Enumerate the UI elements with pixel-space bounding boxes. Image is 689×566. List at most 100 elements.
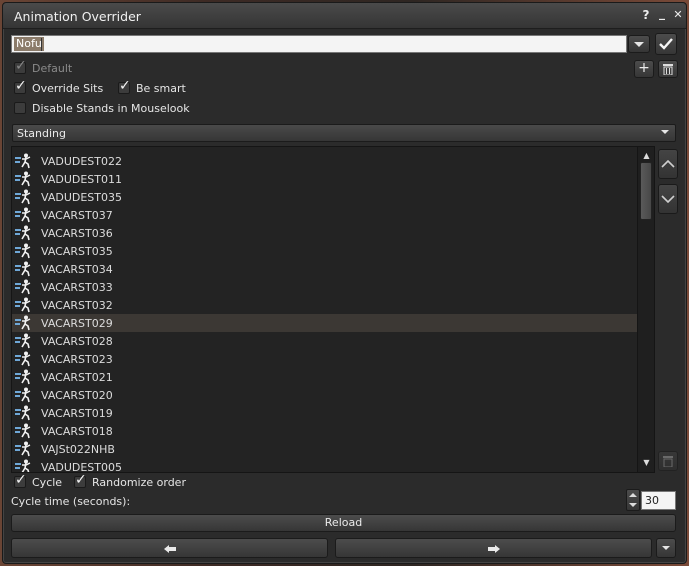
options-dropdown-button[interactable] bbox=[656, 538, 676, 558]
animation-name: VADUDEST035 bbox=[41, 190, 122, 204]
trash-icon bbox=[663, 64, 673, 75]
animation-name: VACARST036 bbox=[41, 226, 113, 240]
animation-icon bbox=[15, 351, 35, 367]
state-selected-value: Standing bbox=[17, 127, 67, 140]
animation-icon bbox=[15, 171, 35, 187]
animation-icon bbox=[15, 405, 35, 421]
activate-set-button[interactable] bbox=[655, 33, 677, 55]
be-smart-box[interactable]: ✓ bbox=[118, 78, 131, 94]
reload-button[interactable]: Reload bbox=[11, 514, 676, 532]
cycle-label: Cycle bbox=[32, 475, 63, 489]
list-item[interactable]: VACARST020 bbox=[12, 386, 638, 404]
list-item[interactable]: VACARST023 bbox=[12, 350, 638, 368]
list-item[interactable]: VACARST035 bbox=[12, 242, 638, 260]
list-item[interactable]: VACARST037 bbox=[12, 206, 638, 224]
chevron-down-icon bbox=[662, 546, 670, 550]
list-item[interactable]: VADUDEST011 bbox=[12, 170, 638, 188]
animation-icon bbox=[15, 225, 35, 241]
animation-icon bbox=[15, 369, 35, 385]
disable-stands-box[interactable] bbox=[14, 102, 26, 114]
list-item[interactable]: VADUDEST005 bbox=[12, 458, 638, 472]
list-item[interactable]: VACARST019 bbox=[12, 404, 638, 422]
animation-icon bbox=[15, 387, 35, 403]
animation-icon bbox=[15, 423, 35, 439]
animation-icon bbox=[15, 459, 35, 472]
override-sits-label: Override Sits bbox=[32, 81, 104, 95]
delete-animation-button[interactable] bbox=[658, 451, 678, 471]
disable-stands-label: Disable Stands in Mouselook bbox=[32, 101, 190, 115]
arrow-left-icon bbox=[164, 545, 176, 553]
set-dropdown-button[interactable] bbox=[628, 35, 650, 53]
randomize-box[interactable]: ✓ bbox=[74, 472, 87, 488]
animation-icon bbox=[15, 297, 35, 313]
arrow-right-icon bbox=[488, 545, 500, 553]
cycle-time-input[interactable]: 30 bbox=[641, 491, 676, 510]
title-bar[interactable]: Animation Overrider ? _ ✕ bbox=[3, 3, 686, 29]
animation-name: VACARST023 bbox=[41, 352, 113, 366]
chevron-up-icon bbox=[661, 160, 675, 168]
animation-icon bbox=[15, 441, 35, 457]
add-set-button[interactable]: + bbox=[634, 60, 654, 78]
list-item[interactable]: VACARST029 bbox=[12, 314, 638, 332]
close-button[interactable]: ✕ bbox=[671, 8, 685, 22]
default-checkbox-box[interactable]: ✓ bbox=[14, 58, 27, 74]
scrollbar-thumb[interactable] bbox=[640, 162, 652, 220]
animation-name: VADUDEST011 bbox=[41, 172, 122, 186]
animation-icon bbox=[15, 207, 35, 223]
window-title: Animation Overrider bbox=[14, 9, 141, 24]
list-item[interactable]: VACARST018 bbox=[12, 422, 638, 440]
list-item[interactable]: VACARST034 bbox=[12, 260, 638, 278]
override-sits-box[interactable]: ✓ bbox=[14, 78, 27, 94]
override-sits-checkbox[interactable]: ✓ Override Sits bbox=[14, 78, 104, 95]
checkmark-icon bbox=[659, 38, 673, 50]
randomize-label: Randomize order bbox=[92, 475, 186, 489]
list-item[interactable]: VACARST036 bbox=[12, 224, 638, 242]
list-scrollbar[interactable]: ▲ ▼ bbox=[637, 147, 654, 472]
animation-icon bbox=[15, 279, 35, 295]
next-button[interactable] bbox=[335, 538, 652, 558]
cycle-box[interactable]: ✓ bbox=[14, 472, 27, 488]
list-item[interactable]: VACARST032 bbox=[12, 296, 638, 314]
animation-list[interactable]: VADUDEST005 VAJSt022NHB VACARST018 VACARST0… bbox=[11, 146, 655, 473]
list-item[interactable]: VADUDEST022 bbox=[12, 152, 638, 170]
delete-set-button[interactable] bbox=[658, 60, 678, 78]
cycle-checkbox[interactable]: ✓ Cycle bbox=[14, 472, 63, 489]
default-label: Default bbox=[32, 61, 73, 75]
randomize-checkbox[interactable]: ✓ Randomize order bbox=[74, 472, 186, 489]
animation-name: VACARST037 bbox=[41, 208, 113, 222]
animation-name: VACARST034 bbox=[41, 262, 113, 276]
move-down-button[interactable] bbox=[658, 184, 678, 214]
set-name-input[interactable]: Nofu bbox=[11, 35, 627, 53]
chevron-down-icon bbox=[661, 195, 675, 203]
list-item[interactable]: VACARST028 bbox=[12, 332, 638, 350]
chevron-down-icon bbox=[661, 130, 669, 134]
animation-icon bbox=[15, 333, 35, 349]
help-button[interactable]: ? bbox=[639, 8, 653, 22]
minimize-button[interactable]: _ bbox=[655, 6, 669, 20]
animation-name: VACARST019 bbox=[41, 406, 113, 420]
list-item[interactable]: VACARST021 bbox=[12, 368, 638, 386]
animation-icon bbox=[15, 243, 35, 259]
disable-stands-checkbox[interactable]: Disable Stands in Mouselook bbox=[14, 101, 190, 115]
move-up-button[interactable] bbox=[658, 149, 678, 179]
animation-name: VACARST033 bbox=[41, 280, 113, 294]
animation-name: VACARST032 bbox=[41, 298, 113, 312]
animation-icon bbox=[15, 153, 35, 169]
list-item[interactable]: VACARST033 bbox=[12, 278, 638, 296]
be-smart-checkbox[interactable]: ✓ Be smart bbox=[118, 78, 186, 95]
previous-button[interactable] bbox=[11, 538, 328, 558]
scroll-up-arrow[interactable]: ▲ bbox=[638, 149, 654, 163]
list-item[interactable]: VAJSt022NHB bbox=[12, 440, 638, 458]
default-checkbox[interactable]: ✓ Default bbox=[14, 58, 73, 75]
animation-name: VACARST028 bbox=[41, 334, 113, 348]
scroll-down-arrow[interactable]: ▼ bbox=[638, 456, 654, 470]
trash-icon bbox=[663, 456, 673, 467]
animation-name: VACARST018 bbox=[41, 424, 113, 438]
animation-icon bbox=[15, 261, 35, 277]
spinner-arrows-icon bbox=[629, 493, 637, 507]
animation-name: VADUDEST022 bbox=[41, 154, 122, 168]
list-item[interactable]: VADUDEST035 bbox=[12, 188, 638, 206]
animation-name: VAJSt022NHB bbox=[41, 442, 115, 456]
cycle-time-spinner[interactable] bbox=[626, 489, 640, 511]
animation-state-dropdown[interactable]: Standing bbox=[12, 124, 676, 142]
